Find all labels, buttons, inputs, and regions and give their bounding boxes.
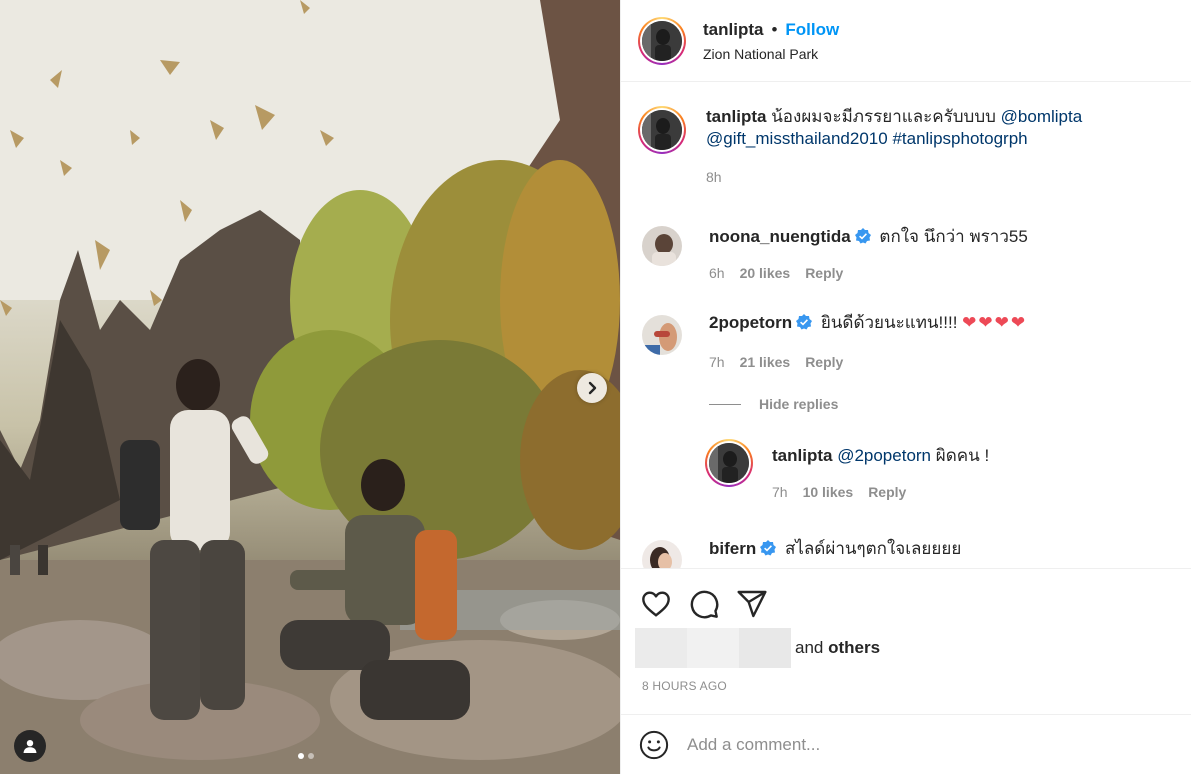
reply-mention[interactable]: @2popetorn [837,446,931,465]
reply-text: ผิดคน ! [931,446,990,465]
verified-badge-icon [760,540,777,556]
tagged-users-button[interactable] [14,730,46,762]
comment-username[interactable]: 2popetorn [709,313,792,332]
comment-text: ยินดีด้วยนะแทน!!!! [820,313,963,332]
comment-button[interactable] [686,586,722,622]
post-details-panel: tanlipta • Follow Zion National Park tan… [620,0,1191,774]
hide-replies-button[interactable]: Hide replies [709,396,838,412]
add-comment-bar [621,714,1191,774]
reply-button[interactable]: Reply [805,351,843,373]
verified-badge-icon [796,314,813,330]
chevron-right-icon [588,381,597,395]
comment-text: สไลด์ผ่านๆตกใจเลยยยย [784,539,962,558]
reply-time[interactable]: 7h [772,481,788,503]
comment-likes[interactable]: 21 likes [740,351,791,373]
caption-username[interactable]: tanlipta [706,107,766,126]
like-button[interactable] [638,586,674,622]
caption-text: น้องผมจะมีภรรยาและครับบบบ [771,107,996,126]
liker-avatar-blurred [687,628,739,668]
comment-item: noona_nuengtida ตกใจ นึกว่า พราว55 6h 20… [638,222,1178,284]
liker-avatar-blurred [635,628,687,668]
carousel-dot-active [298,753,304,759]
reply-button[interactable]: Reply [805,262,843,284]
likes-others-link[interactable]: others [828,638,880,657]
heart-icon [642,591,670,617]
photo-scene [0,0,620,774]
comment-likes[interactable]: 20 likes [740,262,791,284]
reply-button[interactable]: Reply [868,481,906,503]
post-photo[interactable] [0,0,620,774]
avatar[interactable] [642,540,682,568]
user-tag-icon [23,740,37,753]
comment-time[interactable]: 6h [709,262,725,284]
verified-badge-icon [854,228,871,244]
carousel-indicator [298,753,314,759]
caption-hashtag[interactable]: #tanlipsphotogrph [892,129,1027,148]
share-button[interactable] [734,586,770,622]
comment-item: 2popetorn ยินดีด้วยนะแทน!!!! ❤❤❤❤ 7h 21 … [638,311,1178,373]
instagram-post-view: tanlipta • Follow Zion National Park tan… [0,0,1191,774]
share-icon [737,590,767,618]
avatar[interactable] [705,439,753,487]
reply-username[interactable]: tanlipta [772,446,832,465]
comment-emoji: ❤❤❤❤ [962,313,1028,332]
post-header: tanlipta • Follow Zion National Park [621,0,1191,82]
separator-dot: • [771,19,778,39]
avatar-image [642,226,682,266]
comment-username[interactable]: bifern [709,539,756,558]
avatar-image [642,110,682,150]
add-comment-input[interactable] [687,734,1127,755]
comment-item: bifern สไลด์ผ่านๆตกใจเลยยยย [638,536,1178,568]
caption-time[interactable]: 8h [706,166,722,188]
reply-likes[interactable]: 10 likes [803,481,854,503]
liker-avatar-blurred [739,628,791,668]
avatar-image [642,315,682,355]
comment-time[interactable]: 7h [709,351,725,373]
post-location[interactable]: Zion National Park [703,46,839,62]
avatar[interactable] [638,106,686,154]
post-actions: and others 8 HOURS AGO [621,568,1191,714]
caption-mention[interactable]: @bomlipta [1001,107,1083,126]
divider [709,403,741,405]
likes-and: and [795,638,824,657]
avatar[interactable] [642,226,682,266]
next-photo-button[interactable] [577,373,607,403]
caption-mention[interactable]: @gift_missthailand2010 [706,129,888,148]
liked-by[interactable]: and others [635,628,880,668]
comment-text: ตกใจ นึกว่า พราว55 [879,227,1028,246]
caption: tanlipta น้องผมจะมีภรรยาและครับบบบ @boml… [638,106,1178,188]
carousel-dot [308,753,314,759]
comment-username[interactable]: noona_nuengtida [709,227,851,246]
avatar[interactable] [642,315,682,355]
post-author-username[interactable]: tanlipta [703,20,763,40]
reply-comment: tanlipta @2popetorn ผิดคน ! 7h 10 likes … [705,439,1165,503]
post-timestamp[interactable]: 8 HOURS AGO [642,679,727,693]
follow-button[interactable]: Follow [785,20,839,40]
avatar-image [642,20,682,61]
comments-list[interactable]: tanlipta น้องผมจะมีภรรยาและครับบบบ @boml… [621,83,1191,568]
comment-icon [690,590,719,619]
avatar-image [709,443,749,483]
avatar-image [642,540,682,568]
avatar[interactable] [638,16,686,65]
hide-replies-label: Hide replies [759,396,839,412]
emoji-icon[interactable] [639,730,669,760]
